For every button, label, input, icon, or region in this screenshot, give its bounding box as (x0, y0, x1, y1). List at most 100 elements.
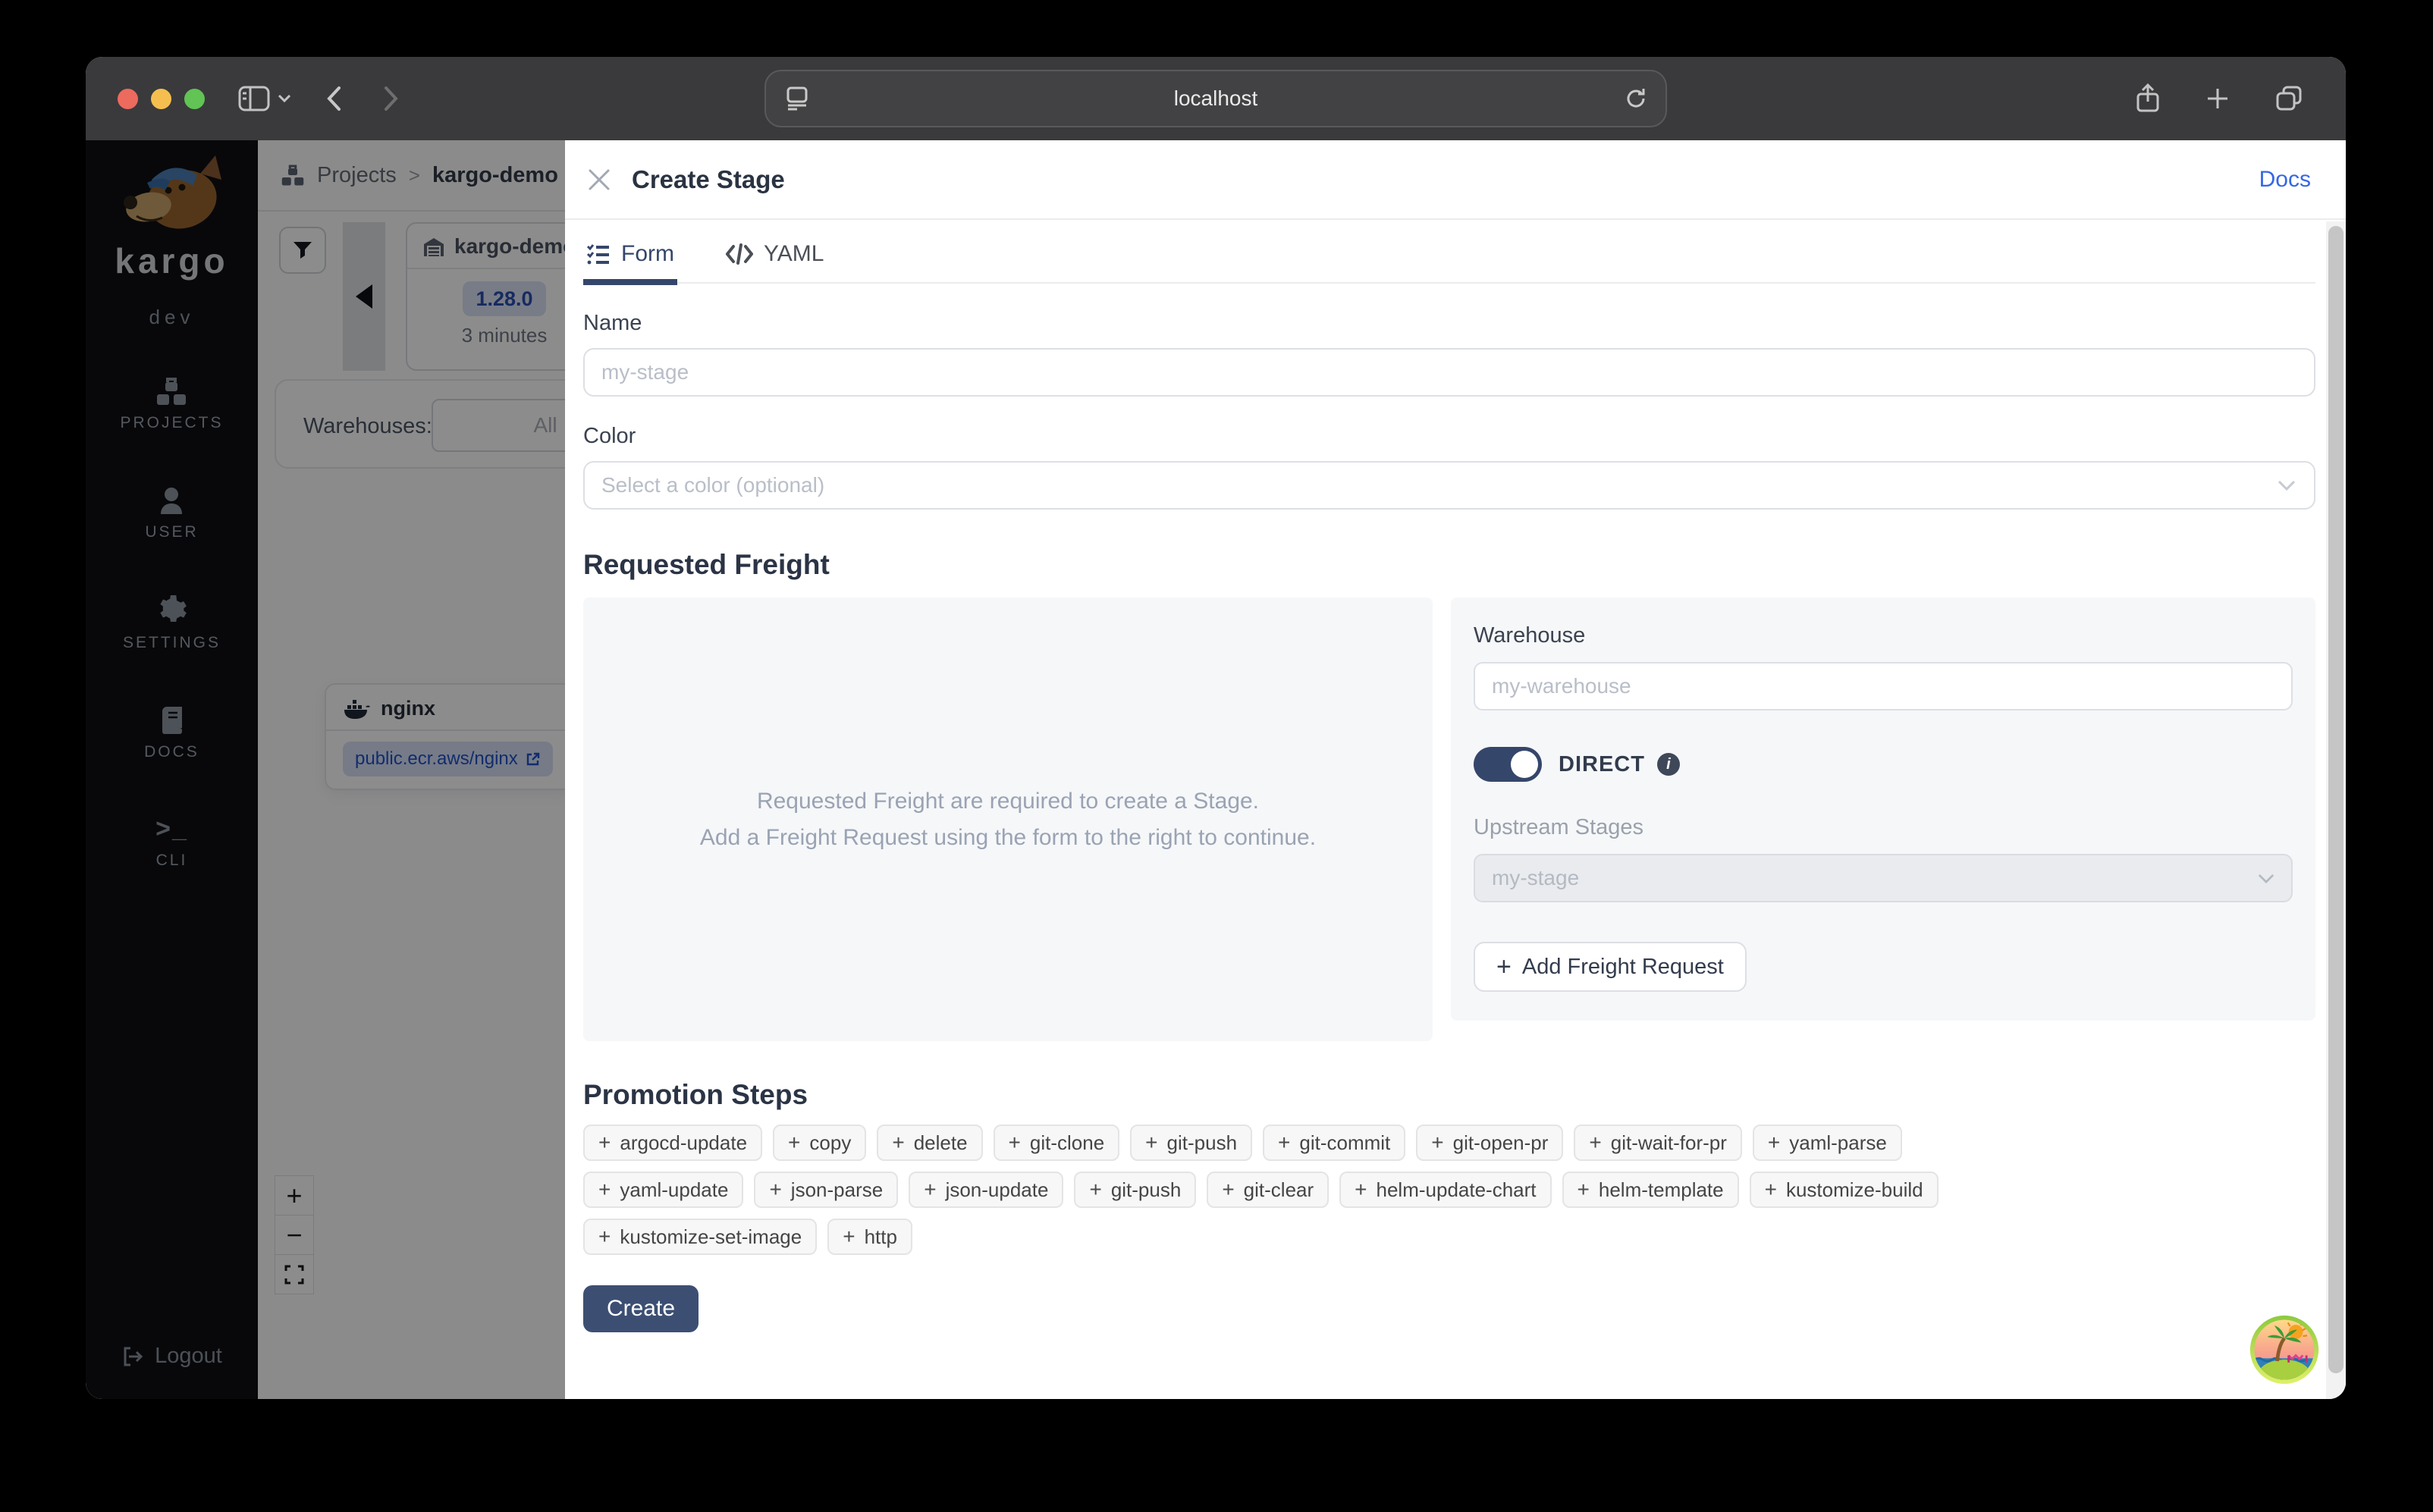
browser-window: localhost (86, 57, 2346, 1399)
promotion-step-chip[interactable]: +yaml-parse (1753, 1125, 1902, 1161)
chevron-down-icon (2278, 480, 2296, 491)
promotion-step-label: helm-template (1599, 1178, 1724, 1202)
share-icon[interactable] (2135, 83, 2161, 114)
plus-icon: + (1431, 1131, 1443, 1155)
modal-title: Create Stage (632, 165, 785, 194)
chip-row: + kustomize-set-image + http (583, 1219, 2315, 1255)
promotion-step-chip[interactable]: + http (827, 1219, 912, 1255)
chevron-down-icon[interactable] (278, 94, 291, 103)
modal-backdrop[interactable] (86, 140, 565, 1399)
promotion-step-chip[interactable]: +yaml-update (583, 1172, 743, 1208)
plus-icon: + (598, 1131, 611, 1155)
promotion-step-chip[interactable]: + git-open-pr (1416, 1125, 1563, 1161)
chip-row: +yaml-update+json-parse+json-update+git-… (583, 1172, 2315, 1208)
promotion-step-label: kustomize-set-image (620, 1225, 802, 1249)
plus-icon: + (1589, 1131, 1601, 1155)
plus-icon: + (1496, 952, 1512, 982)
promotion-steps-heading: Promotion Steps (583, 1079, 2315, 1111)
close-window-button[interactable] (118, 89, 138, 109)
tab-form-label: Form (621, 241, 674, 267)
tab-yaml-label: YAML (764, 241, 824, 267)
promotion-step-chip[interactable]: +git-push (1130, 1125, 1252, 1161)
url-text: localhost (766, 86, 1665, 111)
modal-scrollbar[interactable] (2326, 221, 2346, 1399)
browser-toolbar: localhost (86, 57, 2346, 140)
promotion-step-chip[interactable]: +git-wait-for-pr (1574, 1125, 1742, 1161)
add-freight-request-label: Add Freight Request (1522, 955, 1724, 980)
modal-body: Form YAML Name Color Select a col (565, 220, 2346, 1398)
modal-tabs: Form YAML (583, 241, 2315, 284)
promotion-step-chip[interactable]: +git-push (1074, 1172, 1196, 1208)
create-button[interactable]: Create (583, 1285, 699, 1332)
scrollbar-thumb[interactable] (2328, 226, 2344, 1373)
reload-icon[interactable] (1625, 86, 1647, 111)
promotion-step-label: copy (809, 1131, 851, 1155)
promotion-step-chip[interactable]: +kustomize-build (1750, 1172, 1939, 1208)
back-icon[interactable] (326, 86, 341, 111)
forward-icon[interactable] (384, 86, 399, 111)
plus-icon: + (598, 1225, 611, 1249)
plus-icon: + (1765, 1178, 1777, 1202)
name-field-label: Name (583, 311, 2315, 336)
modal-header: Create Stage Docs (565, 140, 2346, 220)
promotion-step-label: git-clear (1244, 1178, 1314, 1202)
tab-yaml[interactable]: YAML (723, 241, 827, 285)
requested-freight-empty-state: Requested Freight are required to create… (583, 598, 1433, 1041)
promotion-step-chip[interactable]: +helm-update-chart (1339, 1172, 1551, 1208)
name-input[interactable] (583, 348, 2315, 397)
user-avatar[interactable] (2249, 1314, 2320, 1385)
promotion-step-chip[interactable]: +git-commit (1263, 1125, 1405, 1161)
direct-toggle[interactable] (1474, 747, 1542, 782)
url-bar[interactable]: localhost (764, 70, 1667, 127)
promotion-step-label: http (865, 1225, 897, 1249)
plus-icon: + (1222, 1178, 1234, 1202)
empty-state-line1: Requested Freight are required to create… (757, 789, 1259, 814)
upstream-stages-placeholder: my-stage (1492, 866, 1579, 890)
promotion-step-chip[interactable]: +json-update (909, 1172, 1063, 1208)
empty-state-line2: Add a Freight Request using the form to … (700, 825, 1316, 851)
docs-link[interactable]: Docs (2259, 167, 2311, 193)
screenshot-root: localhost (0, 0, 2433, 1512)
upstream-stages-select[interactable]: my-stage (1474, 854, 2293, 902)
sidebar-toggle-icon[interactable] (238, 86, 270, 111)
tab-form[interactable]: Form (583, 241, 677, 285)
chevron-down-icon (2258, 874, 2274, 883)
promotion-step-label: git-open-pr (1453, 1131, 1549, 1155)
promotion-step-label: helm-update-chart (1377, 1178, 1537, 1202)
create-stage-modal: Create Stage Docs Form (565, 140, 2346, 1399)
plus-icon: + (1578, 1178, 1590, 1202)
close-icon[interactable] (586, 167, 612, 193)
tab-overview-icon[interactable] (2274, 85, 2303, 112)
plus-icon: + (1089, 1178, 1101, 1202)
zoom-window-button[interactable] (184, 89, 205, 109)
promotion-step-label: git-clone (1030, 1131, 1104, 1155)
traffic-lights (118, 89, 205, 109)
add-freight-request-button[interactable]: + Add Freight Request (1474, 942, 1747, 992)
plus-icon: + (843, 1225, 855, 1249)
promotion-step-label: json-parse (791, 1178, 883, 1202)
minimize-window-button[interactable] (151, 89, 171, 109)
promotion-steps-chips: +argocd-update+copy+delete+git-clone+git… (583, 1125, 2315, 1255)
requested-freight-heading: Requested Freight (583, 549, 2315, 581)
toolbar-right-icons (2135, 83, 2303, 114)
toggle-knob (1511, 751, 1538, 778)
promotion-step-chip[interactable]: +copy (773, 1125, 866, 1161)
promotion-step-chip[interactable]: +delete (877, 1125, 982, 1161)
promotion-step-chip[interactable]: +json-parse (754, 1172, 898, 1208)
freight-request-form: Warehouse DIRECT i Upstream Stages (1451, 598, 2315, 1021)
promotion-step-chip[interactable]: + helm-template (1562, 1172, 1739, 1208)
promotion-step-chip[interactable]: +argocd-update (583, 1125, 762, 1161)
checklist-icon (586, 243, 611, 265)
info-icon[interactable]: i (1657, 753, 1680, 776)
promotion-step-label: git-commit (1299, 1131, 1390, 1155)
page-icon[interactable] (786, 86, 808, 111)
promotion-step-chip[interactable]: + kustomize-set-image (583, 1219, 817, 1255)
promotion-step-chip[interactable]: + git-clear (1207, 1172, 1329, 1208)
warehouse-input[interactable] (1474, 662, 2293, 711)
promotion-step-label: delete (914, 1131, 968, 1155)
plus-icon: + (924, 1178, 936, 1202)
color-select[interactable]: Select a color (optional) (583, 461, 2315, 510)
plus-icon: + (1009, 1131, 1021, 1155)
new-tab-icon[interactable] (2205, 86, 2231, 111)
promotion-step-chip[interactable]: + git-clone (994, 1125, 1120, 1161)
